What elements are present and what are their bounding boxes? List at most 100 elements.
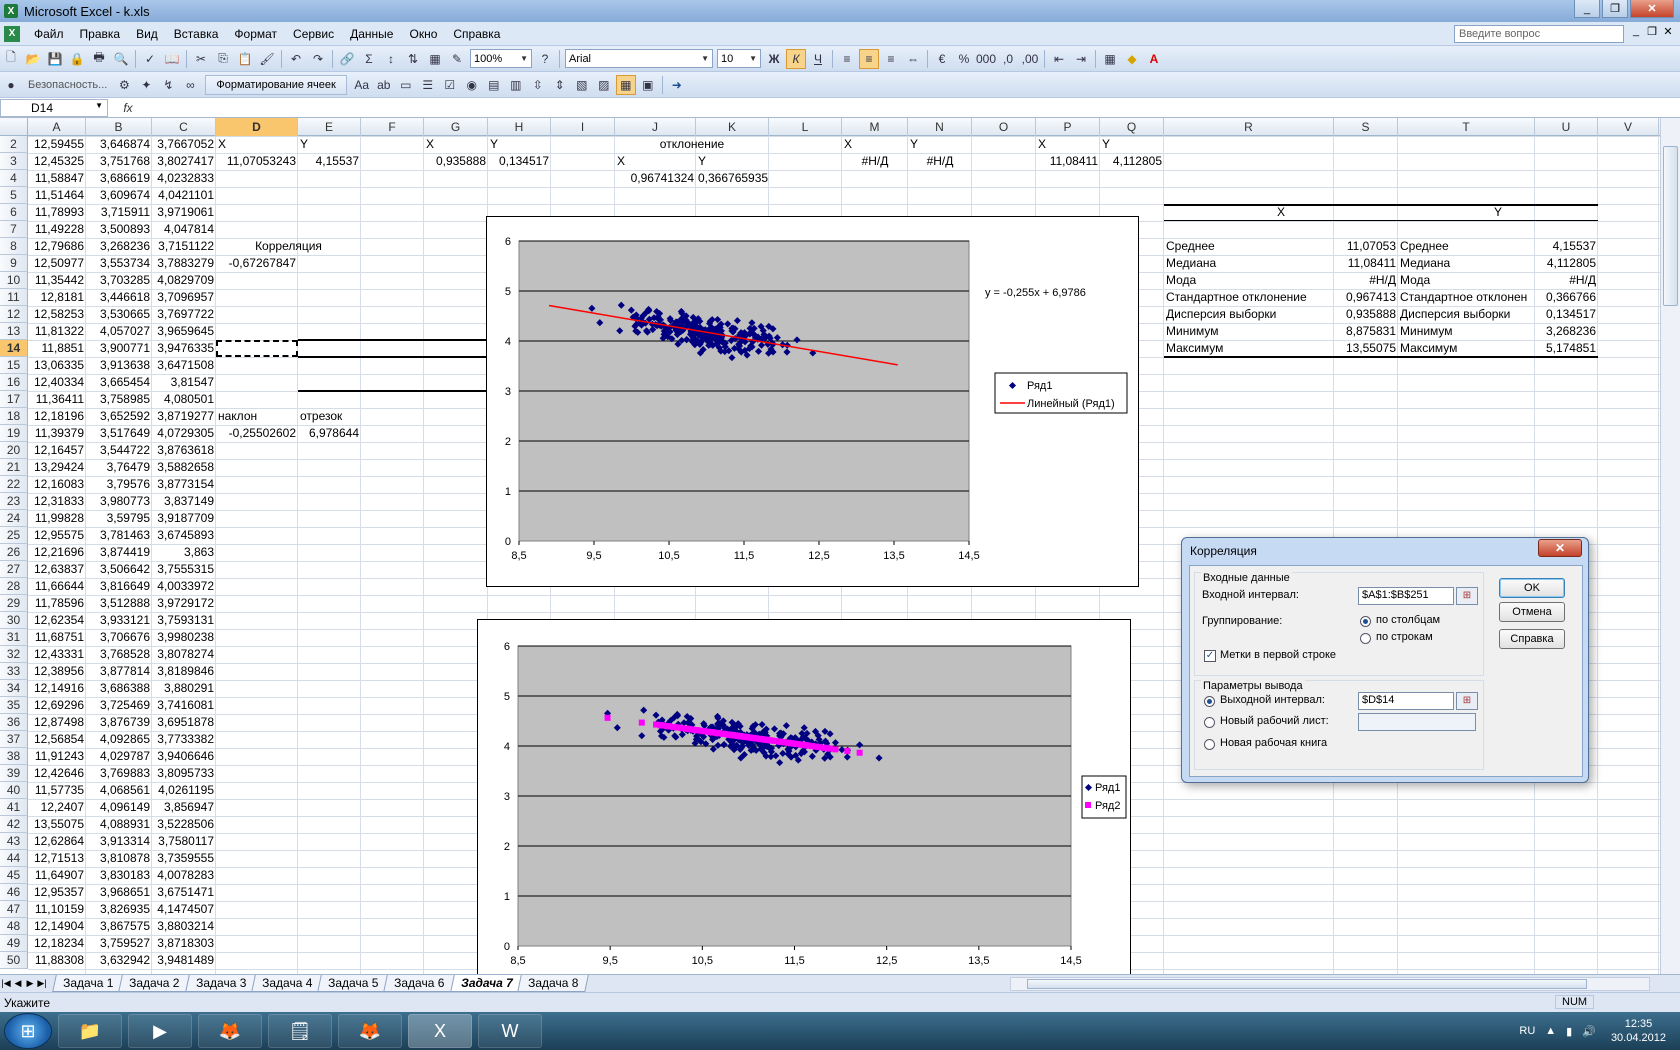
cell-p3[interactable]: 11,08411 (1036, 153, 1100, 170)
cut-icon[interactable]: ✂ (191, 49, 211, 69)
tool-b-icon[interactable]: ✦ (136, 75, 156, 95)
thousands-icon[interactable]: 000 (976, 49, 996, 69)
decrease-indent-icon[interactable]: ⇤ (1049, 49, 1069, 69)
column-header-p[interactable]: P (1036, 118, 1100, 136)
column-header-f[interactable]: F (361, 118, 424, 136)
cell-c18[interactable]: 3,8719277 (152, 408, 216, 425)
align-left-icon[interactable]: ≡ (837, 49, 857, 69)
cell-j4[interactable]: 0,96741324 (615, 170, 696, 187)
cell-a18[interactable]: 12,18196 (28, 408, 86, 425)
close-button[interactable]: ✕ (1630, 0, 1674, 18)
cell-a6[interactable]: 11,78993 (28, 204, 86, 221)
row-header-21[interactable]: 21 (0, 459, 28, 476)
row-header-26[interactable]: 26 (0, 544, 28, 561)
cell-b18[interactable]: 3,652592 (86, 408, 152, 425)
cell-c6[interactable]: 3,9719061 (152, 204, 216, 221)
column-header-d[interactable]: D (216, 118, 298, 136)
cell-q2[interactable]: Y (1100, 136, 1164, 153)
undo-icon[interactable]: ↶ (286, 49, 306, 69)
cell-a12[interactable]: 12,58253 (28, 306, 86, 323)
cell-c20[interactable]: 3,8763618 (152, 442, 216, 459)
cell-b17[interactable]: 3,758985 (86, 391, 152, 408)
row-header-50[interactable]: 50 (0, 952, 28, 969)
sheet-tab-5[interactable]: Задача 5 (317, 975, 390, 992)
cell-c46[interactable]: 3,6751471 (152, 884, 216, 901)
cell-a38[interactable]: 11,91243 (28, 748, 86, 765)
cell-c23[interactable]: 3,837149 (152, 493, 216, 510)
row-header-24[interactable]: 24 (0, 510, 28, 527)
menu-edit[interactable]: Правка (72, 27, 129, 41)
cell-a5[interactable]: 11,51464 (28, 187, 86, 204)
cell-b3[interactable]: 3,751768 (86, 153, 152, 170)
ab-icon[interactable]: ab (374, 75, 394, 95)
cell-b14[interactable]: 3,900771 (86, 340, 152, 357)
cell-a15[interactable]: 13,06335 (28, 357, 86, 374)
cell-c5[interactable]: 4,0421101 (152, 187, 216, 204)
by-rows-radio[interactable] (1360, 633, 1371, 644)
font-select[interactable]: Arial ▼ (565, 49, 713, 68)
cell-a31[interactable]: 11,68751 (28, 629, 86, 646)
tray-arrow-icon[interactable]: ▲ (1545, 1025, 1556, 1037)
cell-c13[interactable]: 3,9659645 (152, 323, 216, 340)
row-header-14[interactable]: 14 (0, 340, 28, 357)
cell-b28[interactable]: 3,816649 (86, 578, 152, 595)
currency-icon[interactable]: € (932, 49, 952, 69)
cell-a33[interactable]: 12,38956 (28, 663, 86, 680)
media-player-icon[interactable]: ▶ (128, 1014, 192, 1048)
cell-b5[interactable]: 3,609674 (86, 187, 152, 204)
row-header-3[interactable]: 3 (0, 153, 28, 170)
align-center-icon[interactable]: ≡ (859, 48, 879, 69)
explorer-icon[interactable]: 📁 (58, 1014, 122, 1048)
row-header-41[interactable]: 41 (0, 799, 28, 816)
cell-b11[interactable]: 3,446618 (86, 289, 152, 306)
cell-a21[interactable]: 13,29424 (28, 459, 86, 476)
font-size-select[interactable]: 10 ▼ (717, 49, 761, 68)
autosum-icon[interactable]: Σ (359, 49, 379, 69)
radio-icon[interactable]: ◉ (462, 75, 482, 95)
notes-icon[interactable]: 🗒 (268, 1014, 332, 1048)
scatter-chart-trendline[interactable]: 0 1 2 3 4 5 6 8,5 9,5 10,5 11,5 12,5 13,5 14,5 y = -0,… (486, 216, 1139, 587)
merge-center-icon[interactable]: ⇔ (903, 49, 923, 69)
firefox-icon[interactable]: 🦊 (198, 1014, 262, 1048)
cell-b16[interactable]: 3,665454 (86, 374, 152, 391)
stats-label-x-4[interactable]: Дисперсия выборки (1164, 306, 1334, 323)
cell-b19[interactable]: 3,517649 (86, 425, 152, 442)
row-header-35[interactable]: 35 (0, 697, 28, 714)
cell-b30[interactable]: 3,933121 (86, 612, 152, 629)
column-header-h[interactable]: H (488, 118, 551, 136)
print-icon[interactable]: 🖶 (89, 49, 109, 69)
stats-label-y-6[interactable]: Максимум (1398, 340, 1535, 357)
prev-sheet-icon[interactable]: ◀ (12, 978, 24, 989)
cell-b2[interactable]: 3,646874 (86, 136, 152, 153)
scatter-chart-two-series[interactable]: 0 1 2 3 4 5 6 8,5 9,5 10,5 11,5 12,5 13,5 14,5 Ряд1 Ряд… (477, 619, 1131, 974)
sheet-tab-6[interactable]: Задача 6 (383, 975, 456, 992)
cell-b33[interactable]: 3,877814 (86, 663, 152, 680)
clock[interactable]: 12:35 30.04.2012 (1611, 1017, 1666, 1045)
input-range-field[interactable]: $A$1:$B$251 (1358, 587, 1454, 605)
cell-b15[interactable]: 3,913638 (86, 357, 152, 374)
cell-c32[interactable]: 3,8078274 (152, 646, 216, 663)
chart-wizard-icon[interactable]: ▦ (425, 49, 445, 69)
cell-b13[interactable]: 4,057027 (86, 323, 152, 340)
cell-c27[interactable]: 3,7555315 (152, 561, 216, 578)
stats-label-x-6[interactable]: Максимум (1164, 340, 1334, 357)
row-header-18[interactable]: 18 (0, 408, 28, 425)
stats-value-y-5[interactable]: 3,268236 (1535, 323, 1598, 340)
decrease-decimal-icon[interactable]: ,00 (1020, 49, 1040, 69)
cell-c2[interactable]: 3,7667052 (152, 136, 216, 153)
cell-b23[interactable]: 3,980773 (86, 493, 152, 510)
cell-a28[interactable]: 11,66644 (28, 578, 86, 595)
cell-a35[interactable]: 12,69296 (28, 697, 86, 714)
cell-b42[interactable]: 4,088931 (86, 816, 152, 833)
cell-d8[interactable]: Корреляция (216, 238, 361, 255)
cell-c10[interactable]: 4,0829709 (152, 272, 216, 289)
row-header-8[interactable]: 8 (0, 238, 28, 255)
vertical-scroll-thumb[interactable] (1663, 146, 1678, 306)
row-header-2[interactable]: 2 (0, 136, 28, 153)
cell-b38[interactable]: 4,029787 (86, 748, 152, 765)
cell-c47[interactable]: 4,1474507 (152, 901, 216, 918)
cell-c26[interactable]: 3,863 (152, 544, 216, 561)
cell-a50[interactable]: 11,88308 (28, 952, 86, 969)
cell-c9[interactable]: 3,7883279 (152, 255, 216, 272)
underline-icon[interactable]: Ч (808, 49, 828, 69)
